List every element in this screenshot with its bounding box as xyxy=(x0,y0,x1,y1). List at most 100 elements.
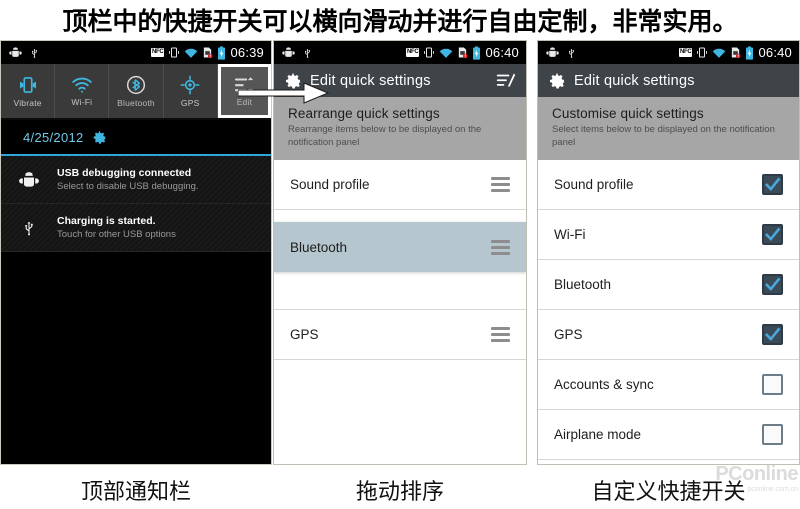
checkbox-unchecked-icon xyxy=(762,424,783,445)
checkbox-unchecked-icon xyxy=(762,374,783,395)
list-item[interactable]: Airplane mode xyxy=(538,410,799,460)
phone-panel-notification-shade: NFC 06:39 Vibrate Wi-Fi Bluetooth GPS Ed… xyxy=(0,40,272,465)
battery-charging-icon xyxy=(746,45,754,60)
status-bar-clock: 06:40 xyxy=(485,45,519,60)
caption-notification-bar: 顶部通知栏 xyxy=(80,479,191,505)
quick-toggle-vibrate[interactable]: Vibrate xyxy=(1,64,56,118)
screenshot-root: 顶栏中的快捷开关可以横向滑动并进行自由定制，非常实用。 NFC 06:39 Vi… xyxy=(0,0,800,509)
checkbox[interactable] xyxy=(762,374,783,395)
status-bar-clock: 06:40 xyxy=(758,45,792,60)
android-debug-icon xyxy=(546,47,559,57)
callout-arrow-icon xyxy=(238,82,330,104)
edit-list-icon xyxy=(496,73,516,87)
gps-icon xyxy=(180,75,200,94)
status-bar: NFC 06:40 xyxy=(274,41,526,64)
settings-banner-subtitle: Rearrange items below to be displayed on… xyxy=(288,124,482,148)
list-item-label: Airplane mode xyxy=(554,427,642,442)
wifi-icon xyxy=(713,48,726,58)
notification-item-usb-debug[interactable]: USB debugging connected Select to disabl… xyxy=(1,156,271,204)
rearrange-list[interactable]: Sound profile Wi-Fi GPS xyxy=(274,160,526,464)
notification-date-row: 4/25/2012 xyxy=(1,120,271,156)
notification-text: USB debugging connected Select to disabl… xyxy=(57,167,199,192)
quick-toggle-label: GPS xyxy=(180,97,200,108)
gear-icon[interactable] xyxy=(92,130,107,145)
checkbox[interactable] xyxy=(762,224,783,245)
bluetooth-icon xyxy=(126,75,146,94)
quick-settings-toggle-row[interactable]: Vibrate Wi-Fi Bluetooth GPS Edit xyxy=(1,64,271,120)
status-bar: NFC 06:40 xyxy=(538,41,799,64)
status-bar-left-icons xyxy=(278,46,313,60)
page-title: 顶栏中的快捷开关可以横向滑动并进行自由定制，非常实用。 xyxy=(62,7,738,36)
settings-screen: Edit quick settings Rearrange quick sett… xyxy=(274,64,526,464)
battery-charging-icon xyxy=(473,45,481,60)
drag-handle-icon[interactable] xyxy=(491,239,510,255)
settings-banner: Customise quick settings Select items be… xyxy=(538,97,799,160)
usb-icon xyxy=(1,217,57,239)
list-item-label: Accounts & sync xyxy=(554,377,654,392)
settings-banner-title: Customise quick settings xyxy=(552,106,704,121)
quick-toggle-gps[interactable]: GPS xyxy=(164,64,218,118)
checkbox-checked-icon xyxy=(762,274,783,295)
settings-title: Edit quick settings xyxy=(574,72,695,89)
status-bar-left-icons xyxy=(5,46,40,60)
caption-drag-reorder: 拖动排序 xyxy=(355,479,444,505)
notification-subtitle: Select to disable USB debugging. xyxy=(57,181,199,192)
list-item-label: GPS xyxy=(290,327,319,342)
notification-date: 4/25/2012 xyxy=(23,129,84,145)
settings-banner-title: Rearrange quick settings xyxy=(288,106,440,121)
vibrate-icon xyxy=(19,76,36,93)
list-item[interactable]: Wi-Fi xyxy=(538,210,799,260)
usb-icon xyxy=(569,48,575,58)
android-bug-icon xyxy=(1,170,57,190)
checkbox-checked-icon xyxy=(762,174,783,195)
list-item-label: Sound profile xyxy=(554,177,634,192)
list-item-dragging[interactable]: Bluetooth xyxy=(274,222,526,272)
quick-toggle-bluetooth[interactable]: Bluetooth xyxy=(109,64,164,118)
settings-screen: Edit quick settings Customise quick sett… xyxy=(538,64,799,464)
status-bar: NFC 06:39 xyxy=(1,41,271,64)
list-item-label: Bluetooth xyxy=(290,239,348,255)
list-item[interactable]: Bluetooth xyxy=(538,260,799,310)
status-bar-right-icons: NFC 06:40 xyxy=(406,45,522,60)
list-item-label: Sound profile xyxy=(290,177,370,192)
quick-toggle-wifi[interactable]: Wi-Fi xyxy=(55,64,110,118)
drag-handle-icon[interactable] xyxy=(491,327,510,342)
wifi-icon xyxy=(185,48,198,58)
customise-list[interactable]: Sound profile Wi-Fi Bluetooth GPS Accoun… xyxy=(538,160,799,464)
checkbox[interactable] xyxy=(762,174,783,195)
usb-icon xyxy=(32,48,38,58)
vibrate-icon xyxy=(424,47,435,58)
checkbox-checked-icon xyxy=(762,224,783,245)
nfc-icon: NFC xyxy=(151,48,165,57)
battery-charging-icon xyxy=(218,45,226,60)
list-item[interactable]: Sound profile xyxy=(274,160,526,210)
nfc-icon: NFC xyxy=(406,48,420,57)
android-debug-icon xyxy=(282,47,295,57)
status-bar-right-icons: NFC 06:40 xyxy=(679,45,795,60)
list-item-label: GPS xyxy=(554,327,583,342)
settings-header: Edit quick settings xyxy=(538,64,799,97)
list-item[interactable]: GPS xyxy=(538,310,799,360)
drag-handle-icon[interactable] xyxy=(491,177,510,192)
checkbox[interactable] xyxy=(762,324,783,345)
notification-item-charging[interactable]: Charging is started. Touch for other USB… xyxy=(1,204,271,252)
list-item[interactable]: Accounts & sync xyxy=(538,360,799,410)
quick-toggle-label: Wi-Fi xyxy=(71,96,93,107)
notification-title: Charging is started. xyxy=(57,215,156,227)
checkbox[interactable] xyxy=(762,274,783,295)
quick-toggle-label: Vibrate xyxy=(13,97,42,108)
phone-panel-customise-quick-settings: NFC 06:40 Edit quick settings Customise … xyxy=(537,40,800,465)
settings-header-action[interactable] xyxy=(496,72,516,89)
list-item[interactable]: GPS xyxy=(274,310,526,360)
status-bar-clock: 06:39 xyxy=(230,45,264,60)
wifi-icon xyxy=(440,48,453,58)
sim-error-icon xyxy=(204,47,213,59)
notification-subtitle: Touch for other USB options xyxy=(57,229,176,240)
caption-customise-toggles: 自定义快捷开关 xyxy=(591,479,746,505)
list-item-label: Bluetooth xyxy=(554,277,612,292)
list-item[interactable]: Sound profile xyxy=(538,160,799,210)
sim-error-icon xyxy=(732,47,741,59)
status-bar-right-icons: NFC 06:39 xyxy=(151,45,267,60)
checkbox[interactable] xyxy=(762,424,783,445)
vibrate-icon xyxy=(169,47,180,58)
